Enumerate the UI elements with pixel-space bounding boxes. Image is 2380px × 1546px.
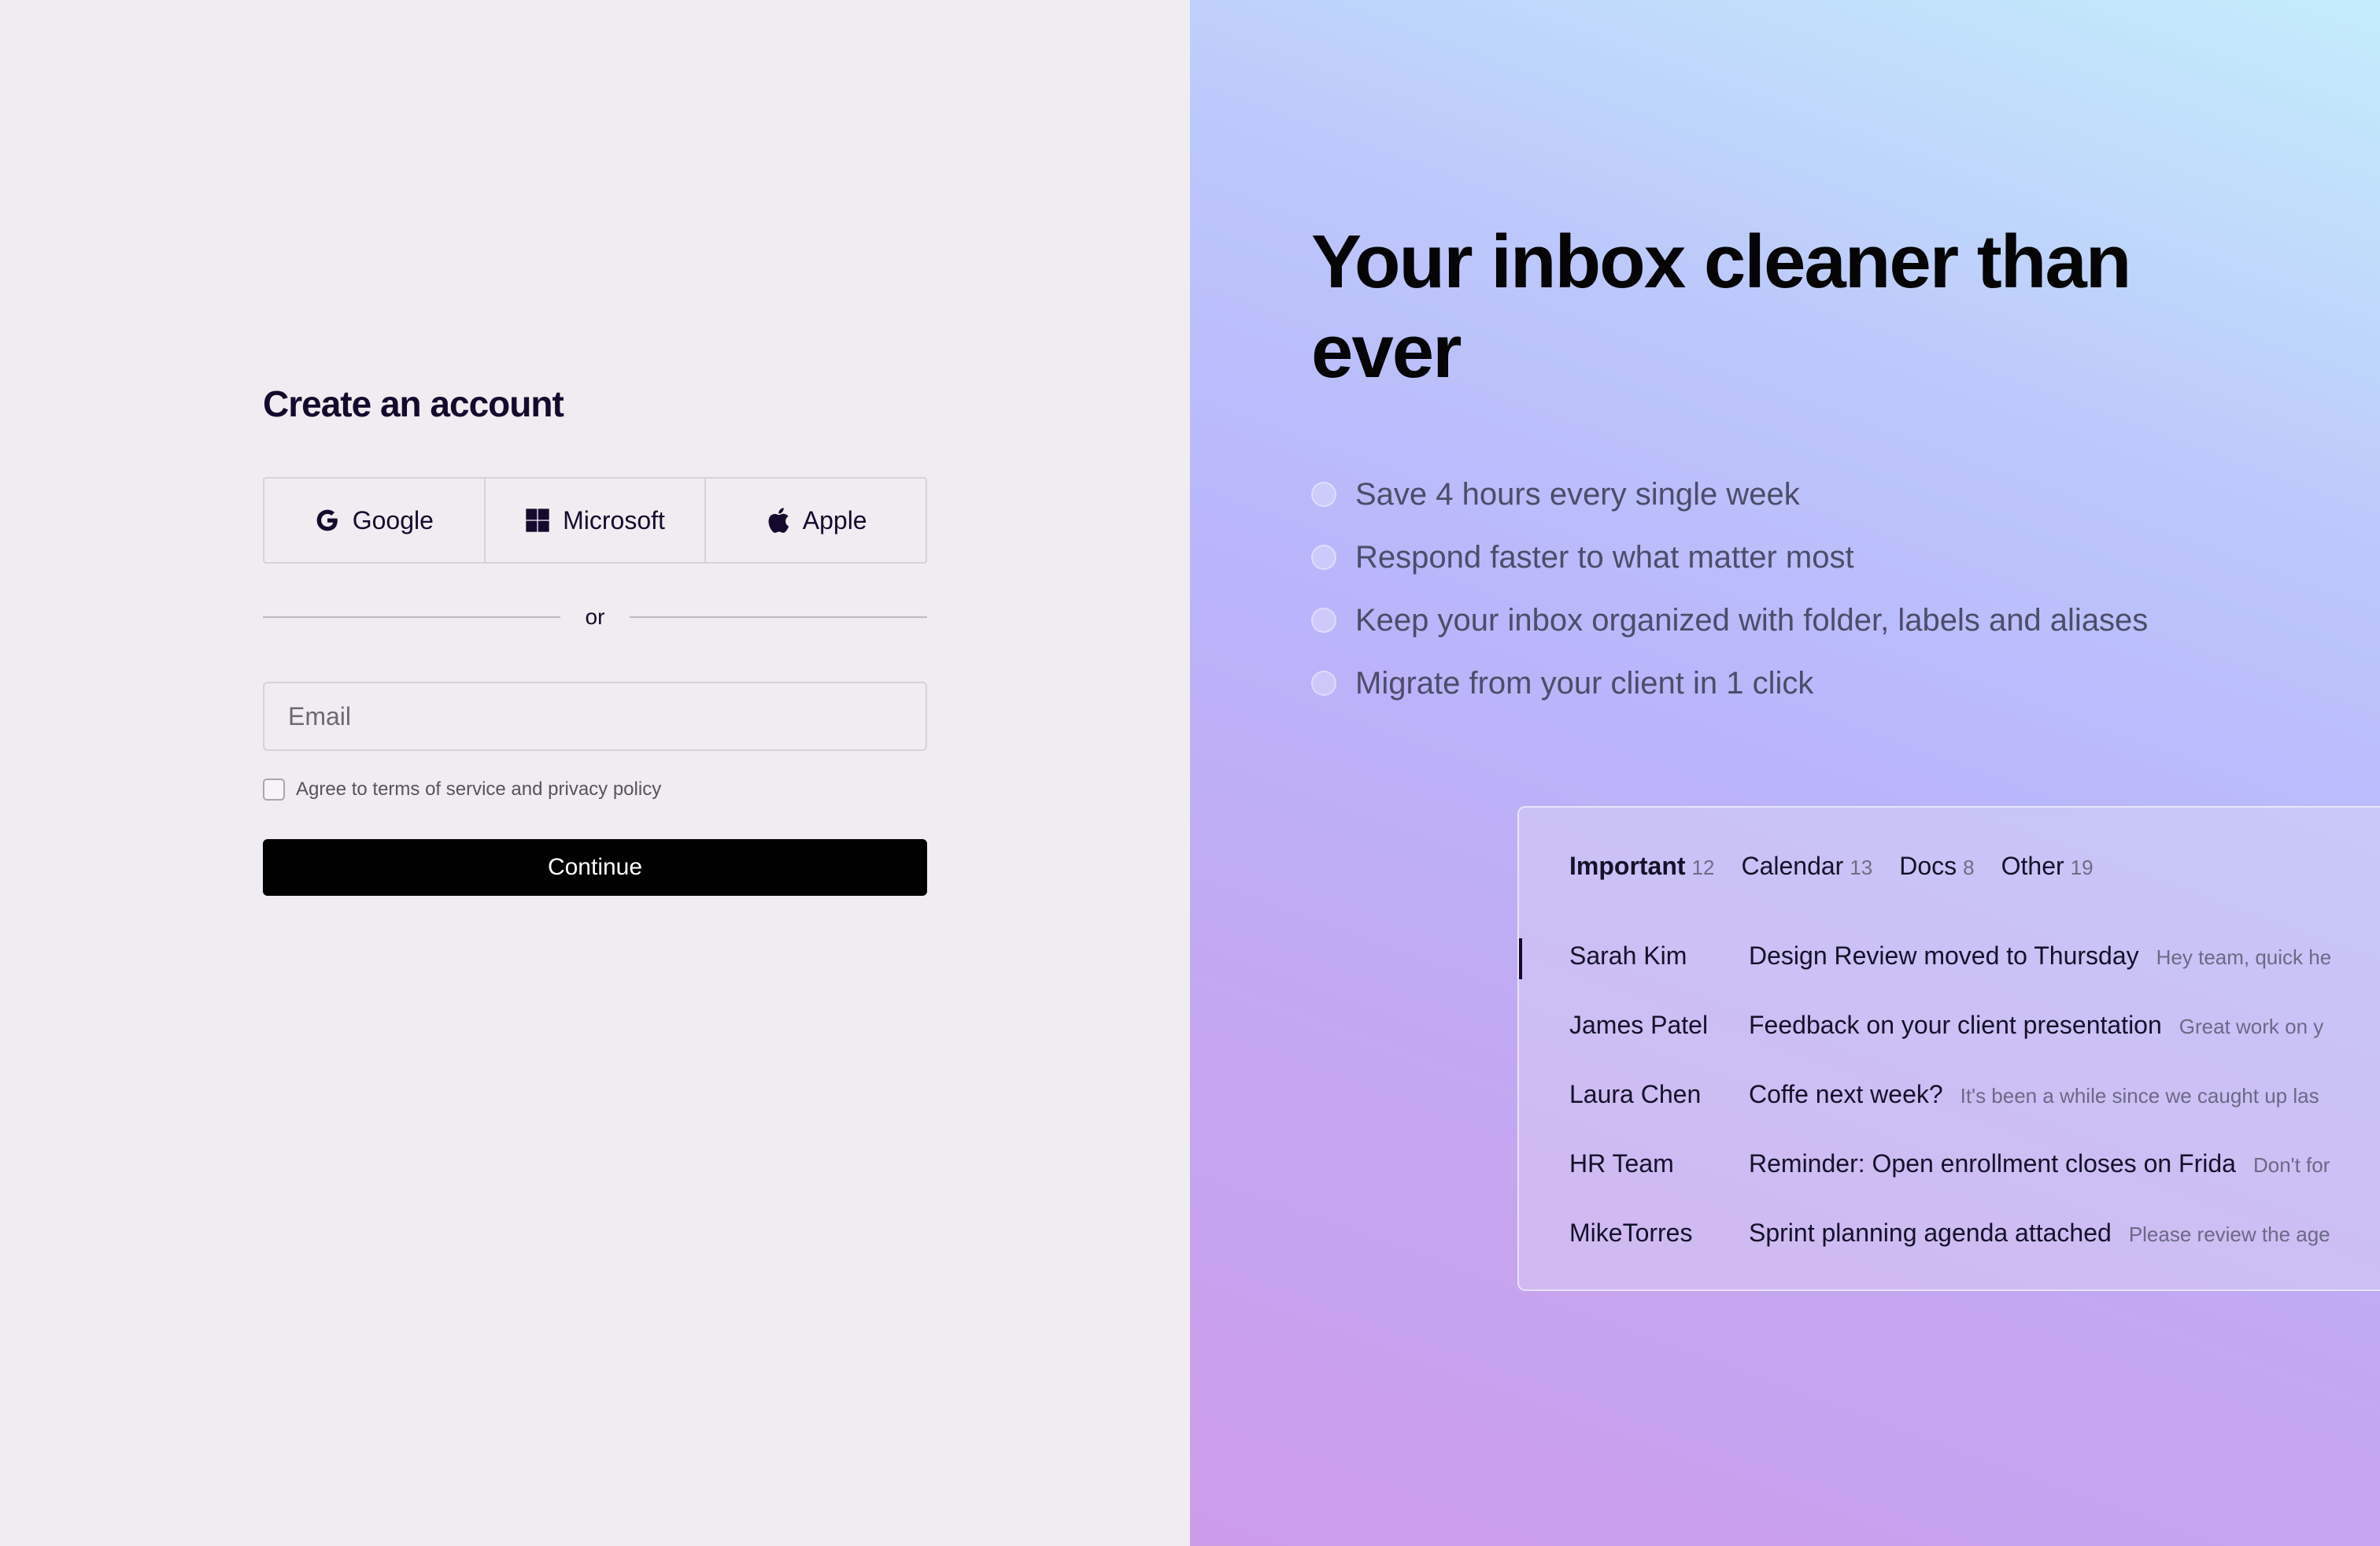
google-icon: [315, 508, 340, 533]
tab-calendar[interactable]: Calendar 13: [1741, 852, 1872, 881]
feature-list: Save 4 hours every single week Respond f…: [1311, 463, 2148, 715]
promo-headline: Your inbox cleaner than ever: [1311, 220, 2131, 394]
feature-item: Migrate from your client in 1 click: [1311, 652, 2148, 715]
tab-count: 19: [2070, 856, 2094, 879]
message-row[interactable]: Laura Chen Coffe next week? It's been a …: [1519, 1060, 2380, 1129]
terms-checkbox[interactable]: [263, 779, 285, 801]
feature-item: Save 4 hours every single week: [1311, 463, 2148, 526]
bullet-icon: [1311, 482, 1336, 507]
message-subject: Sprint planning agenda attached: [1749, 1218, 2112, 1247]
microsoft-signin-label: Microsoft: [563, 505, 665, 534]
feature-text: Save 4 hours every single week: [1355, 476, 1800, 512]
bullet-icon: [1311, 545, 1336, 570]
tab-docs[interactable]: Docs 8: [1899, 852, 1974, 881]
continue-button[interactable]: Continue: [263, 839, 927, 896]
tab-count: 8: [1963, 856, 1975, 879]
google-signin-label: Google: [352, 505, 434, 534]
signup-page: Create an account Google Microsoft Apple…: [0, 0, 2380, 1546]
bullet-icon: [1311, 608, 1336, 633]
message-content: Reminder: Open enrollment closes on Frid…: [1749, 1149, 2330, 1178]
message-row[interactable]: James Patel Feedback on your client pres…: [1519, 990, 2380, 1060]
apple-signin-label: Apple: [802, 505, 867, 534]
divider-line-right: [630, 616, 927, 618]
feature-text: Respond faster to what matter most: [1355, 539, 1854, 575]
message-row[interactable]: HR Team Reminder: Open enrollment closes…: [1519, 1129, 2380, 1198]
message-sender: MikeTorres: [1569, 1218, 1693, 1247]
tab-label: Other: [2001, 852, 2064, 880]
selected-indicator: [1519, 938, 1522, 979]
microsoft-icon: [525, 508, 550, 533]
tab-label: Docs: [1899, 852, 1957, 880]
message-preview: Hey team, quick he: [2156, 945, 2332, 969]
inbox-preview: Important 12 Calendar 13 Docs 8 Other 19 Sar…: [1517, 806, 2380, 1291]
signup-form: Create an account Google Microsoft Apple…: [263, 376, 927, 896]
message-preview: Please review the age: [2128, 1222, 2330, 1246]
sso-button-group: Google Microsoft Apple: [263, 477, 927, 564]
apple-signin-button[interactable]: Apple: [706, 479, 926, 562]
message-content: Design Review moved to Thursday Hey team…: [1749, 941, 2331, 971]
tab-count: 13: [1850, 856, 1873, 879]
divider-text: or: [585, 605, 605, 629]
message-subject: Feedback on your client presentation: [1749, 1010, 2162, 1039]
or-divider: or: [263, 601, 927, 633]
signup-panel: Create an account Google Microsoft Apple…: [0, 0, 1190, 1546]
email-input[interactable]: [263, 682, 927, 751]
tab-important[interactable]: Important 12: [1569, 852, 1714, 881]
promo-panel: Your inbox cleaner than ever Save 4 hour…: [1190, 0, 2380, 1546]
inbox-tabs: Important 12 Calendar 13 Docs 8 Other 19: [1569, 852, 2094, 881]
message-subject: Design Review moved to Thursday: [1749, 941, 2139, 970]
feature-text: Migrate from your client in 1 click: [1355, 665, 1814, 701]
terms-agreement: Agree to terms of service and privacy po…: [263, 776, 927, 803]
tab-label: Important: [1569, 852, 1686, 880]
message-content: Sprint planning agenda attached Please r…: [1749, 1219, 2330, 1248]
microsoft-signin-button[interactable]: Microsoft: [486, 479, 707, 562]
bullet-icon: [1311, 671, 1336, 696]
feature-item: Keep your inbox organized with folder, l…: [1311, 589, 2148, 652]
apple-icon: [765, 506, 790, 534]
message-sender: Sarah Kim: [1569, 941, 1687, 970]
feature-text: Keep your inbox organized with folder, l…: [1355, 602, 2149, 638]
tab-other[interactable]: Other 19: [2001, 852, 2094, 881]
message-sender: HR Team: [1569, 1148, 1674, 1178]
message-row[interactable]: MikeTorres Sprint planning agenda attach…: [1519, 1198, 2380, 1267]
message-preview: It's been a while since we caught up las: [1960, 1083, 2319, 1108]
message-subject: Reminder: Open enrollment closes on Frid…: [1749, 1148, 2236, 1178]
message-subject: Coffe next week?: [1749, 1079, 1943, 1108]
terms-label[interactable]: Agree to terms of service and privacy po…: [296, 779, 661, 801]
feature-item: Respond faster to what matter most: [1311, 526, 2148, 589]
message-preview: Don't for: [2252, 1152, 2330, 1177]
tab-label: Calendar: [1741, 852, 1844, 880]
google-signin-button[interactable]: Google: [264, 479, 486, 562]
message-sender: James Patel: [1569, 1010, 1709, 1039]
form-title: Create an account: [263, 383, 564, 424]
message-list: Sarah Kim Design Review moved to Thursda…: [1519, 921, 2380, 1267]
message-row[interactable]: Sarah Kim Design Review moved to Thursda…: [1519, 921, 2380, 990]
tab-count: 12: [1691, 856, 1715, 879]
message-content: Coffe next week? It's been a while since…: [1749, 1080, 2319, 1109]
divider-line-left: [263, 616, 560, 618]
message-sender: Laura Chen: [1569, 1079, 1702, 1108]
message-content: Feedback on your client presentation Gre…: [1749, 1011, 2323, 1040]
message-preview: Great work on y: [2179, 1014, 2324, 1038]
